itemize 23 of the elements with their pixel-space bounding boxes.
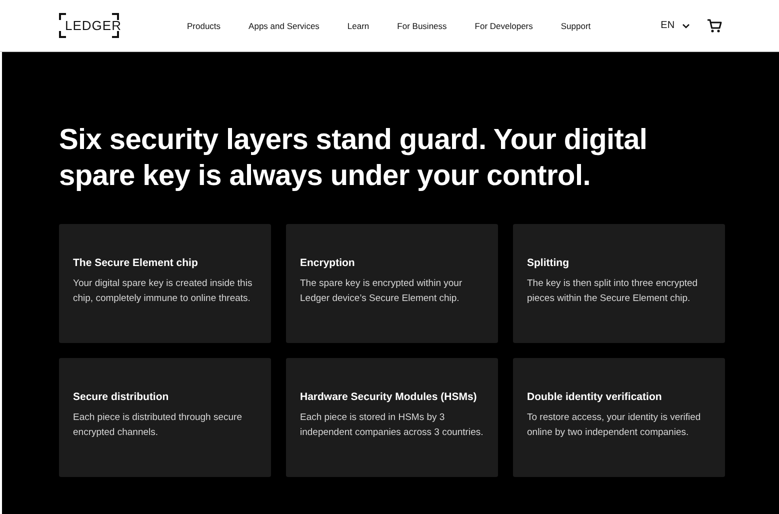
- card-title: The Secure Element chip: [73, 257, 199, 269]
- language-selector[interactable]: EN: [660, 20, 690, 31]
- card-title: Secure distribution: [73, 391, 170, 403]
- card-title: Splitting: [527, 257, 570, 269]
- card-description: Each piece is distributed through secure encrypted channels.: [73, 411, 243, 440]
- card-title: Double identity verification: [527, 391, 663, 403]
- nav-link[interactable]: Apps and Services: [248, 20, 320, 30]
- card-description: Your digital spare key is created inside this chip, completely immune to online threats.: [73, 277, 254, 306]
- logo[interactable]: LEDGER: [59, 15, 119, 36]
- card-title: Hardware Security Modules (HSMs): [300, 391, 478, 403]
- card-title: Encryption: [300, 257, 356, 269]
- nav-link[interactable]: Products: [187, 20, 221, 30]
- nav-link[interactable]: For Business: [397, 20, 447, 30]
- card-description: The spare key is encrypted within your Ledger device’s Secure Element chip.: [300, 277, 464, 306]
- cart-icon[interactable]: [706, 18, 722, 32]
- nav-link[interactable]: Learn: [347, 20, 370, 30]
- card-description: The key is then split into three encrypted pieces within the Secure Element chip.: [527, 277, 699, 306]
- chevron-down-icon: [682, 22, 690, 28]
- nav-link[interactable]: For Developers: [474, 20, 533, 30]
- nav-link[interactable]: Support: [560, 20, 591, 30]
- headline: Six security layers stand guard. Your digital spare key is always under your control.: [59, 123, 648, 194]
- card-description: Each piece is stored in HSMs by 3 independent companies across 3 countries.: [300, 411, 484, 440]
- card-description: To restore access, your identity is verified online by two independent companies.: [527, 411, 702, 440]
